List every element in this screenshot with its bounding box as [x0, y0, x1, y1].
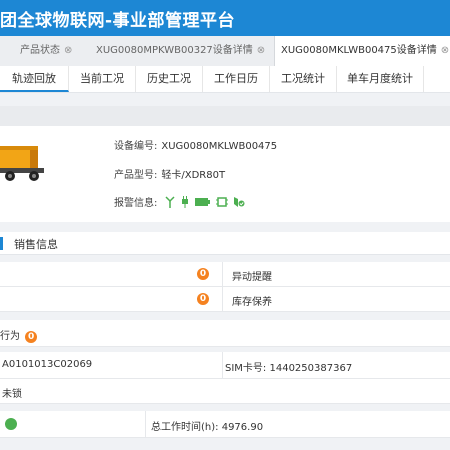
tab-history-status[interactable]: 历史工况 [136, 66, 203, 92]
tab-label: XUG0080MPKWB00327设备详情 [96, 45, 253, 56]
tab-label: 产品状态 [20, 45, 60, 56]
page-tab-bar: 产品状态 ⊗ XUG0080MPKWB00327设备详情 ⊗ XUG0080MKLW… [0, 36, 450, 67]
status-cell [0, 411, 146, 437]
app-title: 团全球物联网-事业部管理平台 [0, 11, 236, 31]
device-number-value: XUG0080MKLWB00475 [161, 141, 278, 152]
close-icon[interactable]: ⊗ [441, 36, 449, 66]
alarm-info: 报警信息: [114, 194, 247, 211]
tab-current-status[interactable]: 当前工况 [69, 66, 136, 92]
product-model-value: 轻卡/XDR80T [161, 170, 226, 181]
tab-status-statistics[interactable]: 工况统计 [270, 66, 337, 92]
startup-row: 0 异动提醒 [0, 262, 450, 287]
behavior-text: 行为 [0, 331, 20, 342]
close-icon[interactable]: ⊗ [64, 36, 72, 66]
sim-value: 1440250387367 [269, 363, 353, 374]
behavior-row: 行为 0 [0, 320, 450, 347]
stock-maintenance-label: 库存保养 [232, 297, 272, 308]
startup-alert-label: 异动提醒 [232, 272, 272, 283]
close-icon[interactable]: ⊗ [257, 36, 265, 66]
behavior-label: 行为 0 [0, 327, 38, 343]
shield-icon [233, 196, 245, 211]
tab-product-status[interactable]: 产品状态 ⊗ [20, 36, 72, 66]
section-header-bar [0, 106, 450, 126]
device-info-card: 设备编号: XUG0080MKLWB00475 产品型号: 轻卡/XDR80T 报警… [0, 126, 450, 222]
device-number: 设备编号: XUG0080MKLWB00475 [114, 137, 277, 152]
detail-sub-tabs: 轨迹回放 当前工况 历史工况 工作日历 工况统计 单车月度统计 [0, 66, 450, 93]
device-number-label: 设备编号: [114, 141, 158, 152]
work-hours-row: 总工作时间(h): 4976.90 [0, 411, 450, 438]
stock-cell-left: 0 [0, 287, 223, 311]
plug-icon [180, 195, 190, 211]
tab-device-detail-00475[interactable]: XUG0080MKLWB00475设备详情 ⊗ [274, 36, 450, 66]
sim-label: SIM卡号: [225, 363, 267, 374]
total-hours-value: 4976.90 [221, 422, 264, 433]
stock-row: 0 库存保养 [0, 287, 450, 312]
tab-monthly-statistics[interactable]: 单车月度统计 [337, 66, 424, 92]
sales-info-section: 销售信息 [0, 232, 450, 255]
truck-image [0, 146, 44, 181]
alarm-info-label: 报警信息: [114, 198, 158, 209]
app-header: 团全球物联网-事业部管理平台 [0, 0, 450, 36]
battery-icon [194, 197, 211, 210]
terminal-cell-left: A0101013C02069 [0, 352, 223, 378]
tab-device-detail-00327[interactable]: XUG0080MPKWB00327设备详情 ⊗ [96, 36, 265, 66]
chip-icon [216, 196, 229, 211]
alarm-icon-group [165, 195, 248, 211]
sim-card: SIM卡号: 1440250387367 [225, 359, 352, 374]
product-model: 产品型号: 轻卡/XDR80T [114, 166, 225, 181]
tab-label: XUG0080MKLWB00475设备详情 [281, 45, 437, 56]
online-status-icon [5, 418, 17, 430]
terminal-row: A0101013C02069 SIM卡号: 1440250387367 [0, 352, 450, 379]
tab-track-playback[interactable]: 轨迹回放 [0, 66, 69, 92]
section-marker [0, 237, 3, 250]
total-hours-label: 总工作时间(h): [151, 422, 219, 433]
sales-info-title: 销售信息 [14, 238, 58, 251]
lock-row: 未锁 [0, 379, 450, 404]
signal-icon [165, 195, 175, 211]
product-model-label: 产品型号: [114, 170, 158, 181]
terminal-number-value: A0101013C02069 [2, 359, 93, 370]
startup-count-badge[interactable]: 0 [197, 268, 209, 280]
total-work-hours: 总工作时间(h): 4976.90 [151, 418, 263, 433]
tab-work-calendar[interactable]: 工作日历 [203, 66, 270, 92]
stock-count-badge[interactable]: 0 [197, 293, 209, 305]
startup-cell-left: 0 [0, 262, 223, 286]
behavior-count-badge[interactable]: 0 [25, 331, 38, 343]
lock-status-value: 未锁 [2, 389, 22, 400]
